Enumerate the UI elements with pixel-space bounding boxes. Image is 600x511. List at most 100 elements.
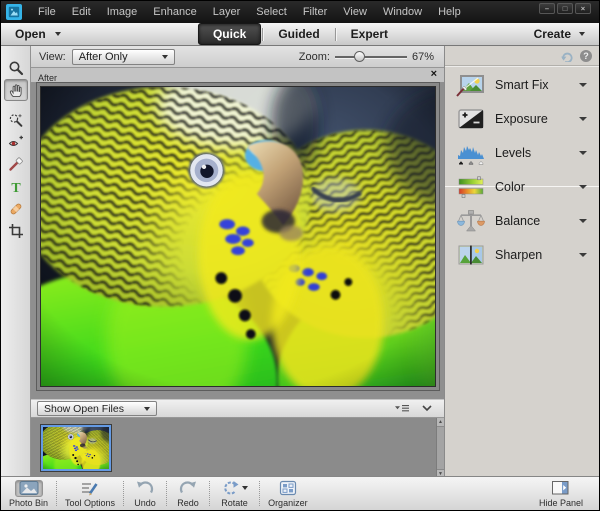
menu-edit[interactable]: Edit — [64, 1, 99, 23]
menu-view[interactable]: View — [335, 1, 375, 23]
adjustment-label: Sharpen — [495, 248, 542, 262]
adjustment-smart-fix[interactable]: Smart Fix — [445, 68, 600, 102]
adjustment-levels[interactable]: Levels — [445, 136, 600, 170]
caret-down-icon[interactable] — [579, 219, 587, 223]
zoom-tool[interactable] — [4, 57, 28, 79]
adjustment-label: Levels — [495, 146, 531, 160]
menu-filter[interactable]: Filter — [295, 1, 335, 23]
adjustments-panel-header: ? — [445, 46, 600, 66]
organizer-button[interactable]: Organizer — [260, 477, 316, 510]
crop-tool[interactable] — [4, 220, 28, 242]
adjustment-label: Smart Fix — [495, 78, 548, 92]
tab-quick[interactable]: Quick — [198, 23, 261, 45]
menu-file[interactable]: File — [30, 1, 64, 23]
show-open-files-value: Show Open Files — [44, 403, 124, 415]
bandaid-icon — [8, 201, 24, 217]
show-open-files-dropdown[interactable]: Show Open Files — [37, 401, 157, 416]
reset-icon[interactable] — [560, 51, 574, 62]
menu-layer[interactable]: Layer — [205, 1, 249, 23]
button-label: Photo Bin — [9, 498, 48, 508]
zoom-slider-thumb[interactable] — [354, 51, 365, 62]
create-label: Create — [534, 27, 571, 41]
magnifier-icon — [8, 60, 24, 76]
panel-menu-icon[interactable] — [395, 404, 410, 413]
app-window: File Edit Image Enhance Layer Select Fil… — [0, 0, 600, 511]
svg-text:T: T — [11, 181, 21, 195]
image-panel-header: After × — [31, 68, 444, 82]
help-icon[interactable]: ? — [580, 50, 592, 62]
view-dropdown[interactable]: After Only — [72, 49, 175, 65]
tab-divider — [335, 28, 336, 41]
menubar: File Edit Image Enhance Layer Select Fil… — [1, 1, 599, 23]
caret-down-icon — [162, 55, 168, 59]
caret-down-icon[interactable] — [579, 117, 587, 121]
app-logo-icon — [6, 4, 22, 20]
document-area: After × — [31, 68, 444, 399]
budgerigars-photo — [41, 87, 435, 386]
toothbrush-icon — [8, 156, 24, 172]
tab-expert[interactable]: Expert — [337, 24, 402, 44]
undo-button[interactable]: Undo — [124, 477, 166, 510]
create-button[interactable]: Create — [534, 23, 585, 45]
menu-image[interactable]: Image — [99, 1, 146, 23]
menu-enhance[interactable]: Enhance — [145, 1, 204, 23]
thumbnail-image — [43, 427, 109, 469]
adjustment-sharpen[interactable]: Sharpen — [445, 238, 600, 272]
exposure-icon — [456, 106, 486, 132]
tab-guided[interactable]: Guided — [264, 24, 333, 44]
caret-down-icon[interactable] — [579, 151, 587, 155]
hand-tool[interactable] — [4, 79, 28, 101]
caret-down-icon[interactable] — [579, 185, 587, 189]
quick-selection-tool[interactable] — [4, 109, 28, 131]
rotate-icon — [221, 480, 239, 496]
collapse-chevron-icon[interactable] — [422, 405, 432, 412]
tool-options-button[interactable]: Tool Options — [57, 477, 123, 510]
minimize-button[interactable]: – — [539, 3, 555, 14]
photo-bin-scrollbar[interactable]: ▲ ▼ — [436, 418, 444, 478]
adjustment-color[interactable]: Color — [445, 170, 600, 204]
close-button[interactable]: × — [575, 3, 591, 14]
open-button[interactable]: Open — [15, 23, 61, 45]
red-eye-removal-tool[interactable] — [4, 131, 28, 153]
open-label: Open — [15, 27, 46, 41]
close-icon[interactable]: × — [431, 68, 437, 81]
zoom-slider-track[interactable] — [335, 56, 407, 58]
type-tool[interactable]: T — [4, 176, 28, 198]
zoom-label: Zoom: — [299, 51, 330, 63]
adjustment-label: Color — [495, 180, 525, 194]
tool-options-icon — [80, 480, 100, 496]
scroll-up-icon[interactable]: ▲ — [437, 418, 444, 427]
adjustments-panel: ? Smart Fix Exposure — [444, 46, 600, 476]
menu-help[interactable]: Help — [430, 1, 469, 23]
taskbar: Photo Bin Tool Options Undo — [1, 476, 599, 510]
spot-healing-brush-tool[interactable] — [4, 198, 28, 220]
redo-button[interactable]: Redo — [167, 477, 209, 510]
rotate-button[interactable]: Rotate — [210, 477, 259, 510]
whiten-teeth-tool[interactable] — [4, 153, 28, 175]
caret-down-icon[interactable] — [579, 253, 587, 257]
maximize-button[interactable]: □ — [557, 3, 573, 14]
caret-down-icon[interactable] — [579, 83, 587, 87]
adjustment-exposure[interactable]: Exposure — [445, 102, 600, 136]
menu-window[interactable]: Window — [375, 1, 430, 23]
photo-bin-button[interactable]: Photo Bin — [1, 477, 56, 510]
zoom-value: 67% — [412, 51, 434, 63]
button-label: Redo — [177, 498, 199, 508]
view-dropdown-value: After Only — [79, 51, 128, 63]
adjustment-label: Balance — [495, 214, 540, 228]
red-eye-icon — [8, 134, 24, 150]
tool-palette: T — [1, 46, 31, 476]
hide-panel-button[interactable]: Hide Panel — [531, 477, 591, 510]
photo-canvas[interactable] — [40, 86, 436, 387]
hand-icon — [8, 82, 24, 98]
view-label: View: — [39, 51, 66, 63]
levels-icon — [456, 140, 486, 166]
adjustment-balance[interactable]: Balance — [445, 204, 600, 238]
menu-select[interactable]: Select — [248, 1, 295, 23]
caret-down-icon — [242, 486, 248, 490]
color-icon — [456, 174, 486, 200]
photo-bin-icon — [19, 480, 39, 496]
photo-thumbnail-selected[interactable] — [41, 425, 111, 471]
zoom-slider[interactable] — [335, 49, 407, 65]
button-label: Tool Options — [65, 498, 115, 508]
